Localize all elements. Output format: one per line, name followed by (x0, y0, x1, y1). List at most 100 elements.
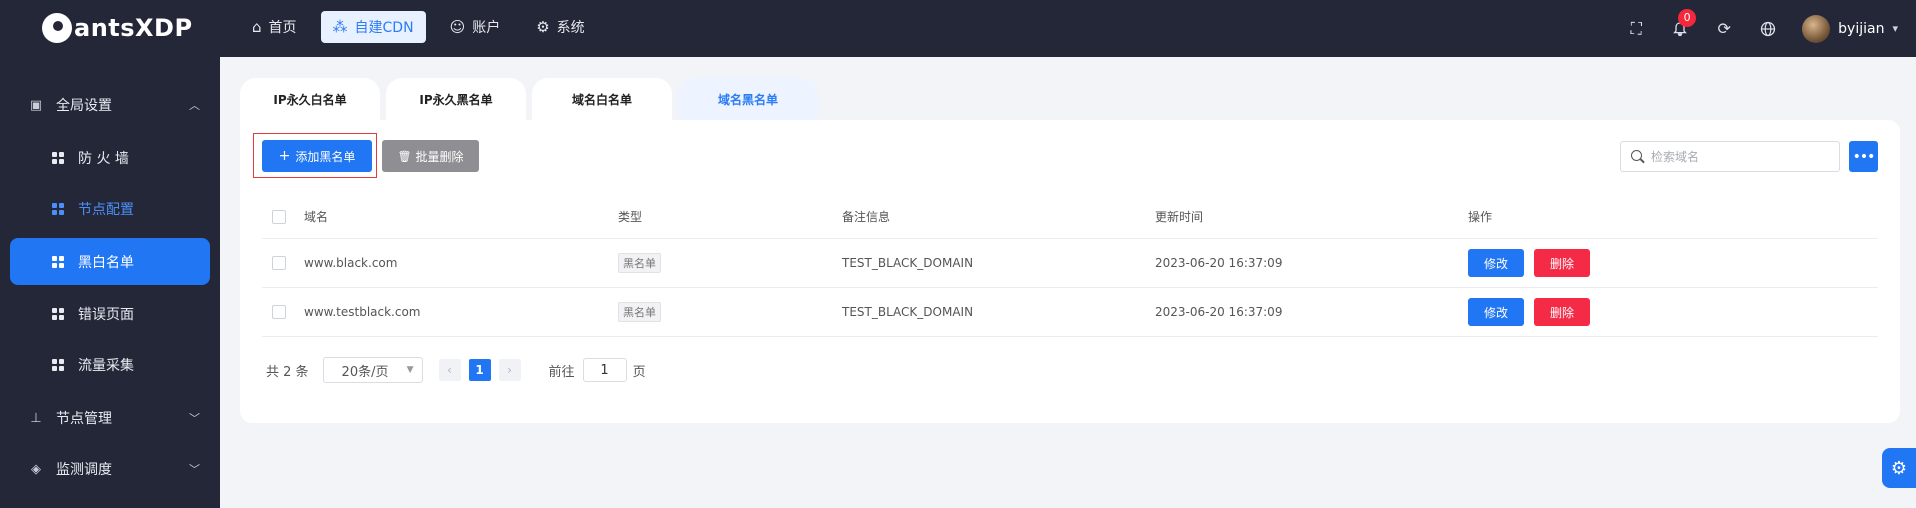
sidebar-item-blackwhite-list[interactable]: 黑白名单 (10, 238, 210, 285)
type-tag: 黑名单 (618, 302, 661, 322)
nav-account[interactable]: ☺ 账户 (438, 11, 513, 43)
tab-bar: IP永久白名单 IP永久黑名单 域名白名单 域名黑名单 (240, 78, 824, 120)
sidebar-group-node-mgmt[interactable]: ⊥ 节点管理 ﹀ (0, 393, 220, 443)
cell-remark: TEST_BLACK_DOMAIN (842, 256, 974, 270)
logo-text: antsXDP (74, 14, 193, 42)
globe-icon[interactable] (1758, 19, 1778, 39)
tab-ip-whitelist[interactable]: IP永久白名单 (240, 78, 380, 120)
settings-icon: ▣ (29, 97, 43, 113)
nav-system-label: 系统 (556, 20, 585, 36)
delete-button[interactable]: 删除 (1534, 249, 1590, 277)
sidebar-group-monitor-label: 监测调度 (56, 462, 112, 478)
chevron-down-icon: ▼ (406, 365, 414, 375)
page-size-select[interactable]: 20条/页 ▼ (322, 357, 423, 383)
edit-button[interactable]: 修改 (1468, 249, 1524, 277)
col-remark: 备注信息 (842, 210, 891, 224)
cell-remark: TEST_BLACK_DOMAIN (842, 305, 974, 319)
nav-home-label: 首页 (268, 20, 297, 36)
row-checkbox[interactable] (272, 256, 286, 270)
sidebar-item-label: 节点配置 (78, 201, 134, 218)
col-domain: 域名 (304, 210, 329, 224)
grid-icon (52, 151, 64, 164)
delete-button[interactable]: 删除 (1534, 298, 1590, 326)
row-checkbox[interactable] (272, 305, 286, 319)
edit-button[interactable]: 修改 (1468, 298, 1524, 326)
user-menu[interactable]: byijian ▾ (1802, 14, 1898, 43)
nav-account-label: 账户 (472, 20, 501, 36)
content-card: + 添加黑名单 🗑 批量删除 ••• 域名 类型 备注信息 更新时间 操作 ww… (240, 120, 1900, 423)
search-input[interactable] (1651, 149, 1831, 164)
app-logo[interactable]: antsXDP (42, 12, 193, 44)
nav-cdn-label: 自建CDN (354, 20, 414, 36)
sidebar-item-firewall[interactable]: 防 火 墙 (10, 134, 210, 181)
shield-icon: ◈ (31, 461, 41, 477)
more-options-button[interactable]: ••• (1849, 141, 1878, 172)
domain-table: 域名 类型 备注信息 更新时间 操作 www.black.com 黑名单 TES… (262, 195, 1878, 337)
top-bar: antsXDP ⌂ 首页 ⁂ 自建CDN ☺ 账户 ⚙ 系统 ⛶ 0 ⟳ byi… (0, 0, 1916, 57)
sidebar-item-label: 防 火 墙 (78, 150, 129, 167)
chevron-right-icon: › (507, 363, 512, 377)
grid-icon (52, 255, 64, 268)
tab-domain-blacklist[interactable]: 域名黑名单 (678, 78, 818, 120)
total-count: 共 2 条 (266, 364, 309, 380)
sidebar-item-label: 流量采集 (78, 357, 134, 374)
page-1-button[interactable]: 1 (468, 359, 491, 381)
chevron-left-icon: ‹ (447, 363, 452, 377)
pagination: 共 2 条 20条/页 ▼ ‹ 1 › 前往 页 (266, 357, 646, 383)
tab-domain-whitelist[interactable]: 域名白名单 (532, 78, 672, 120)
sidebar-group-monitor[interactable]: ◈ 监测调度 ﹀ (0, 444, 220, 494)
sidebar: ▣ 全局设置 ︿ 防 火 墙 节点配置 黑白名单 错误页面 流量采集 ⊥ 节点管… (0, 57, 220, 508)
notification-badge: 0 (1678, 8, 1697, 27)
cell-updated: 2023-06-20 16:37:09 (1155, 256, 1283, 270)
table-row: www.black.com 黑名单 TEST_BLACK_DOMAIN 2023… (262, 239, 1878, 288)
chevron-up-icon: ︿ (189, 99, 200, 112)
chevron-down-icon: ﹀ (189, 463, 200, 476)
search-icon (1631, 149, 1645, 164)
grid-icon (52, 358, 64, 371)
bell-icon[interactable]: 0 (1670, 8, 1697, 39)
page-size-value: 20条/页 (341, 364, 389, 380)
top-nav: ⌂ 首页 ⁂ 自建CDN ☺ 账户 ⚙ 系统 (240, 11, 609, 43)
next-page-button[interactable]: › (498, 359, 521, 381)
sidebar-group-node-label: 节点管理 (56, 411, 112, 427)
cell-updated: 2023-06-20 16:37:09 (1155, 305, 1283, 319)
add-blacklist-button[interactable]: + 添加黑名单 (262, 140, 372, 172)
cdn-icon: ⁂ (332, 18, 348, 36)
ant-logo-icon (42, 13, 72, 43)
table-header: 域名 类型 备注信息 更新时间 操作 (262, 195, 1878, 239)
prev-page-button[interactable]: ‹ (438, 359, 461, 381)
fullscreen-icon[interactable]: ⛶ (1626, 19, 1646, 39)
settings-float-button[interactable]: ⚙ (1882, 448, 1916, 488)
type-tag: 黑名单 (618, 253, 661, 273)
chevron-down-icon: ▾ (1892, 22, 1898, 35)
nav-system[interactable]: ⚙ 系统 (524, 11, 596, 43)
gear-icon: ⚙ (536, 18, 550, 36)
select-all-checkbox[interactable] (272, 209, 286, 224)
sidebar-item-label: 黑白名单 (78, 254, 134, 271)
goto-prefix: 前往 (548, 364, 575, 380)
nav-cdn[interactable]: ⁂ 自建CDN (320, 11, 426, 43)
avatar (1802, 14, 1831, 43)
tab-ip-blacklist[interactable]: IP永久黑名单 (386, 78, 526, 120)
trash-icon: 🗑 (397, 149, 412, 163)
goto-page-input[interactable] (582, 358, 627, 382)
search-box (1620, 141, 1840, 172)
sidebar-group-global[interactable]: ▣ 全局设置 ︿ (0, 80, 220, 130)
plus-icon: + (278, 148, 291, 164)
goto-suffix: 页 (632, 364, 646, 380)
sidebar-item-error-pages[interactable]: 错误页面 (10, 290, 210, 337)
sidebar-item-traffic-collect[interactable]: 流量采集 (10, 341, 210, 388)
username: byijian (1838, 20, 1885, 37)
cell-domain: www.testblack.com (304, 305, 421, 319)
table-row: www.testblack.com 黑名单 TEST_BLACK_DOMAIN … (262, 288, 1878, 337)
refresh-icon[interactable]: ⟳ (1714, 19, 1734, 39)
sidebar-item-node-config[interactable]: 节点配置 (10, 185, 210, 232)
user-icon: ☺ (449, 18, 466, 36)
goto-page: 前往 页 (549, 358, 646, 382)
col-type: 类型 (618, 210, 643, 224)
chevron-down-icon: ﹀ (189, 412, 200, 425)
nav-home[interactable]: ⌂ 首页 (240, 11, 309, 43)
hierarchy-icon: ⊥ (30, 410, 42, 426)
col-updated: 更新时间 (1155, 210, 1204, 224)
batch-delete-button[interactable]: 🗑 批量删除 (382, 140, 479, 172)
